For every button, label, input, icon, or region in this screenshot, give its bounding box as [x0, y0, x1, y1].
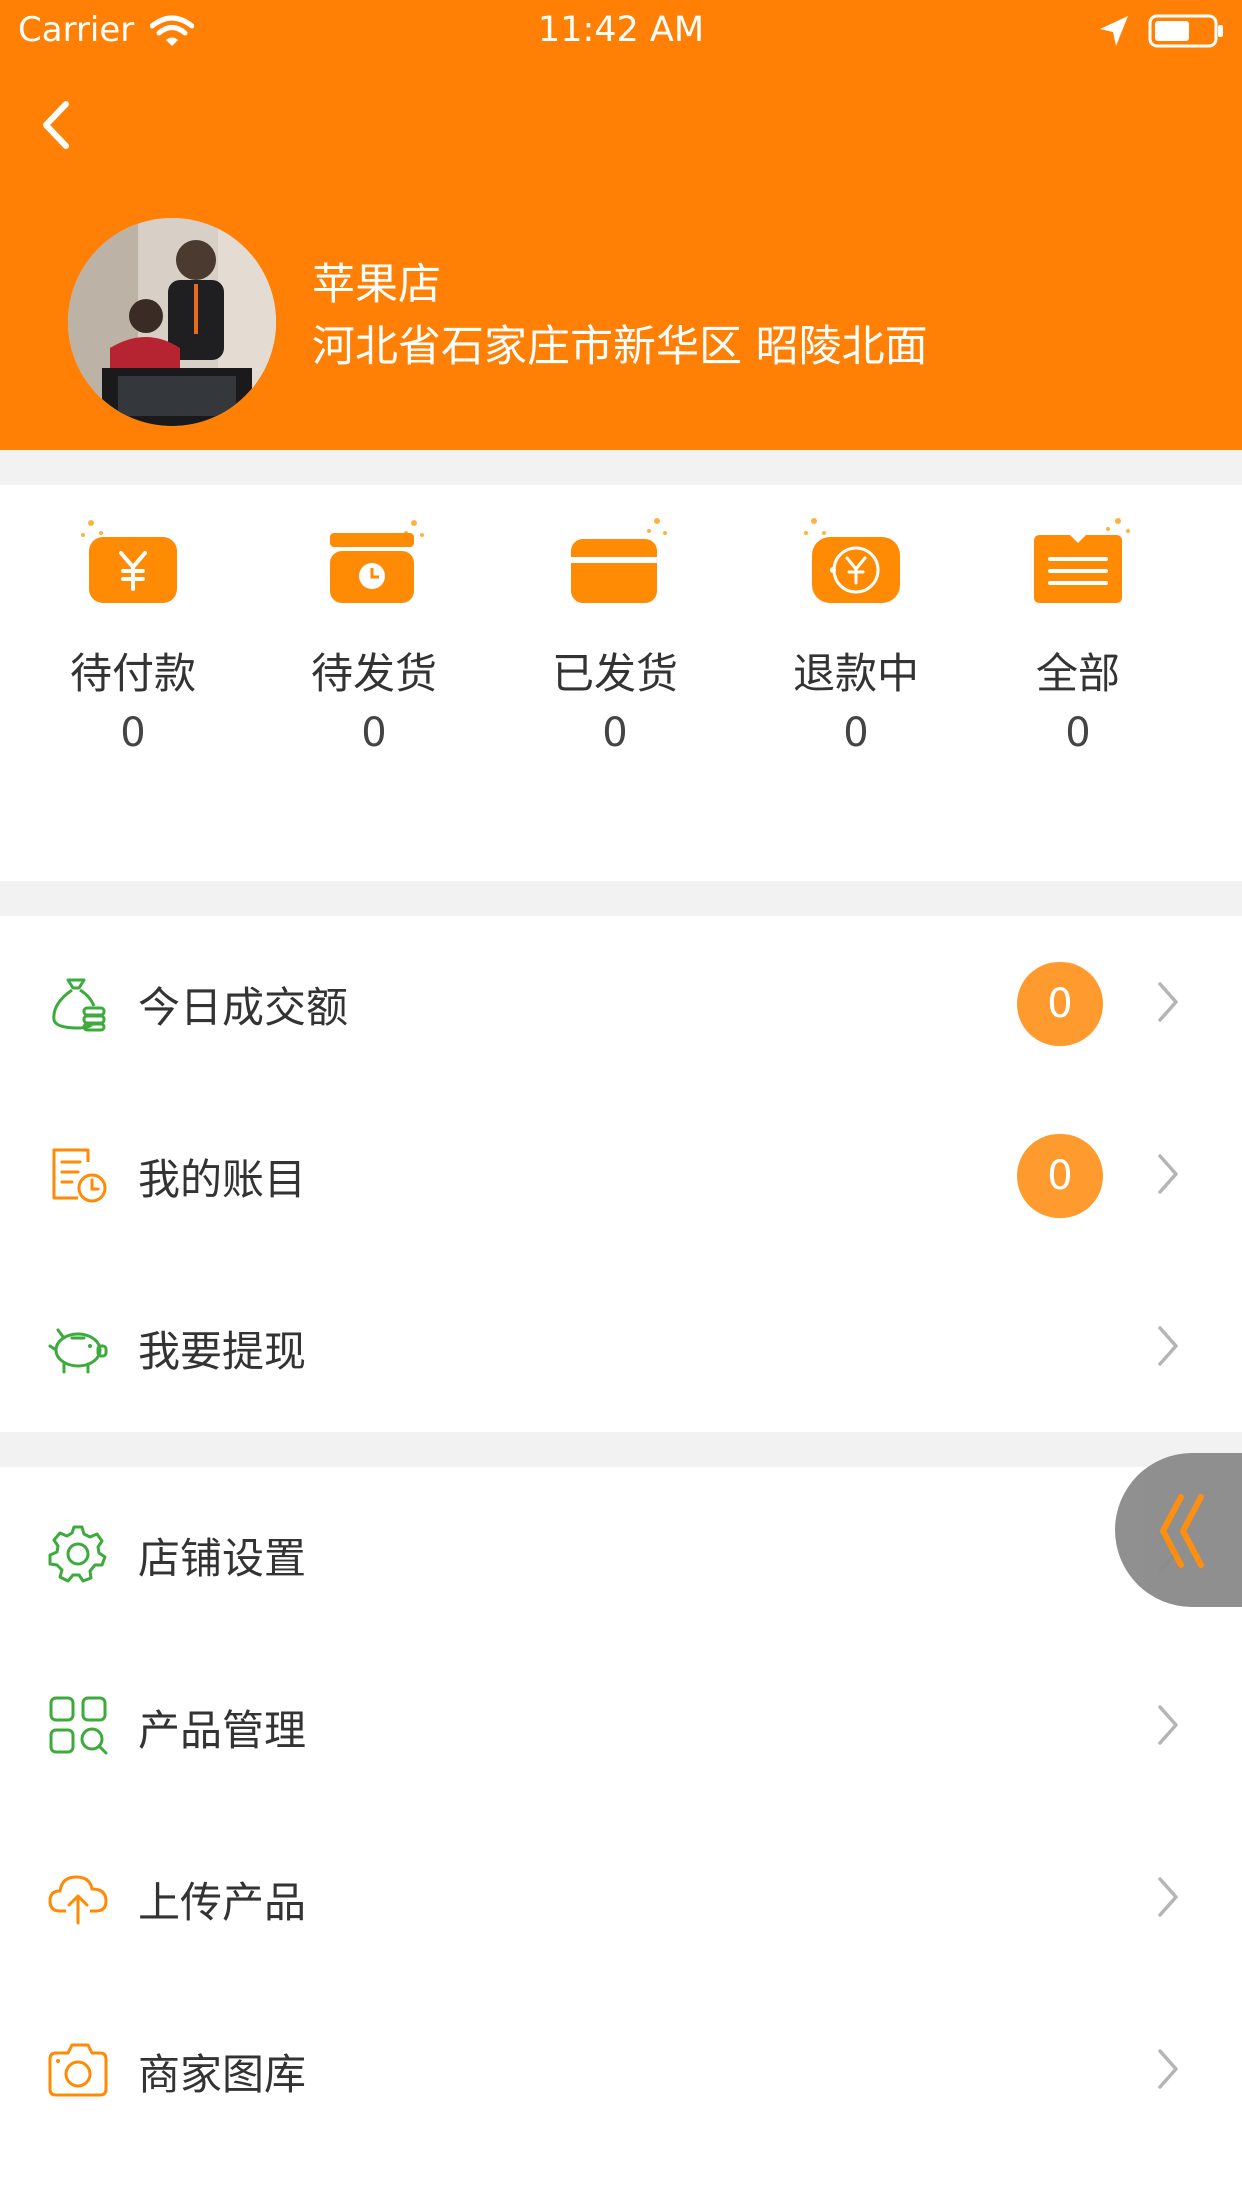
order-count: 0: [843, 710, 869, 756]
chevron-right-icon: [1158, 1154, 1178, 1194]
menu-item-withdraw[interactable]: 我要提现: [0, 1260, 1242, 1432]
menu-item-upload-product[interactable]: 上传产品: [0, 1811, 1242, 1983]
location-arrow-icon: [1100, 16, 1128, 46]
chevron-right-icon: [1158, 1705, 1178, 1745]
grid-search-icon: [49, 1696, 108, 1755]
order-count: 0: [602, 710, 628, 756]
menu-label: 上传产品: [138, 1878, 307, 1927]
refund-icon: [804, 518, 900, 603]
piggy-bank-icon: [48, 1328, 108, 1374]
camera-icon: [48, 2043, 108, 2097]
yen-bag-icon: [81, 520, 177, 603]
avatar-photo: [68, 218, 276, 426]
menu-label: 商家图库: [138, 2050, 307, 2099]
status-bar: Carrier 11:42 AM: [0, 0, 1242, 62]
order-label: 退款中: [792, 649, 919, 698]
section-divider: [0, 450, 1242, 485]
menu-item-today-turnover[interactable]: 今日成交额 0: [0, 916, 1242, 1088]
order-status-shipped[interactable]: 已发货 0: [505, 515, 725, 765]
menu-label: 产品管理: [138, 1706, 307, 1755]
menu-label: 我要提现: [138, 1327, 307, 1376]
menu-label: 店铺设置: [138, 1534, 307, 1583]
order-status-pending-shipment[interactable]: 待发货 0: [264, 515, 484, 765]
header: Carrier 11:42 AM 苹果店 河北省石家庄市新华区 昭陵北面: [0, 0, 1242, 450]
double-chevron-left-icon: [1160, 1494, 1204, 1568]
count-badge: 0: [1017, 1134, 1103, 1218]
order-count: 0: [120, 710, 146, 756]
order-label: 全部: [1035, 649, 1120, 698]
menu-item-store-settings[interactable]: 店铺设置: [0, 1467, 1242, 1639]
order-status-pending-payment[interactable]: 待付款 0: [23, 515, 243, 765]
section-divider: [0, 1432, 1242, 1467]
menu-item-product-management[interactable]: 产品管理: [0, 1639, 1242, 1811]
order-status-all[interactable]: 全部 0: [968, 515, 1188, 765]
menu-item-my-accounts[interactable]: 我的账目 0: [0, 1088, 1242, 1260]
money-bag-icon: [52, 978, 106, 1032]
order-status-refunding[interactable]: 退款中 0: [746, 515, 966, 765]
ledger-icon: [52, 1148, 107, 1203]
menu-label: 今日成交额: [138, 983, 349, 1032]
menu-label: 我的账目: [138, 1155, 307, 1204]
gear-icon: [48, 1525, 107, 1583]
order-label: 待付款: [69, 649, 196, 698]
chevron-right-icon: [1158, 1326, 1178, 1366]
order-label: 已发货: [551, 649, 678, 698]
chevron-right-icon: [1158, 982, 1178, 1022]
pending-box-icon: [330, 520, 424, 603]
order-count: 0: [361, 710, 387, 756]
order-count: 0: [1065, 710, 1091, 756]
chevron-right-icon: [1158, 1877, 1178, 1917]
store-address: 河北省石家庄市新华区 昭陵北面: [312, 322, 928, 372]
status-time: 11:42 AM: [537, 10, 705, 50]
menu-item-merchant-gallery[interactable]: 商家图库: [0, 1983, 1242, 2155]
all-list-icon: [1034, 518, 1130, 603]
battery-icon: [1148, 14, 1223, 48]
card-icon: [571, 518, 667, 603]
cloud-upload-icon: [48, 1875, 108, 1925]
order-label: 待发货: [310, 649, 437, 698]
count-badge: 0: [1017, 962, 1103, 1046]
store-avatar[interactable]: [68, 218, 276, 426]
section-divider: [0, 881, 1242, 916]
back-button[interactable]: [30, 90, 90, 160]
store-name: 苹果店: [312, 260, 441, 310]
chevron-right-icon: [1158, 2049, 1178, 2089]
